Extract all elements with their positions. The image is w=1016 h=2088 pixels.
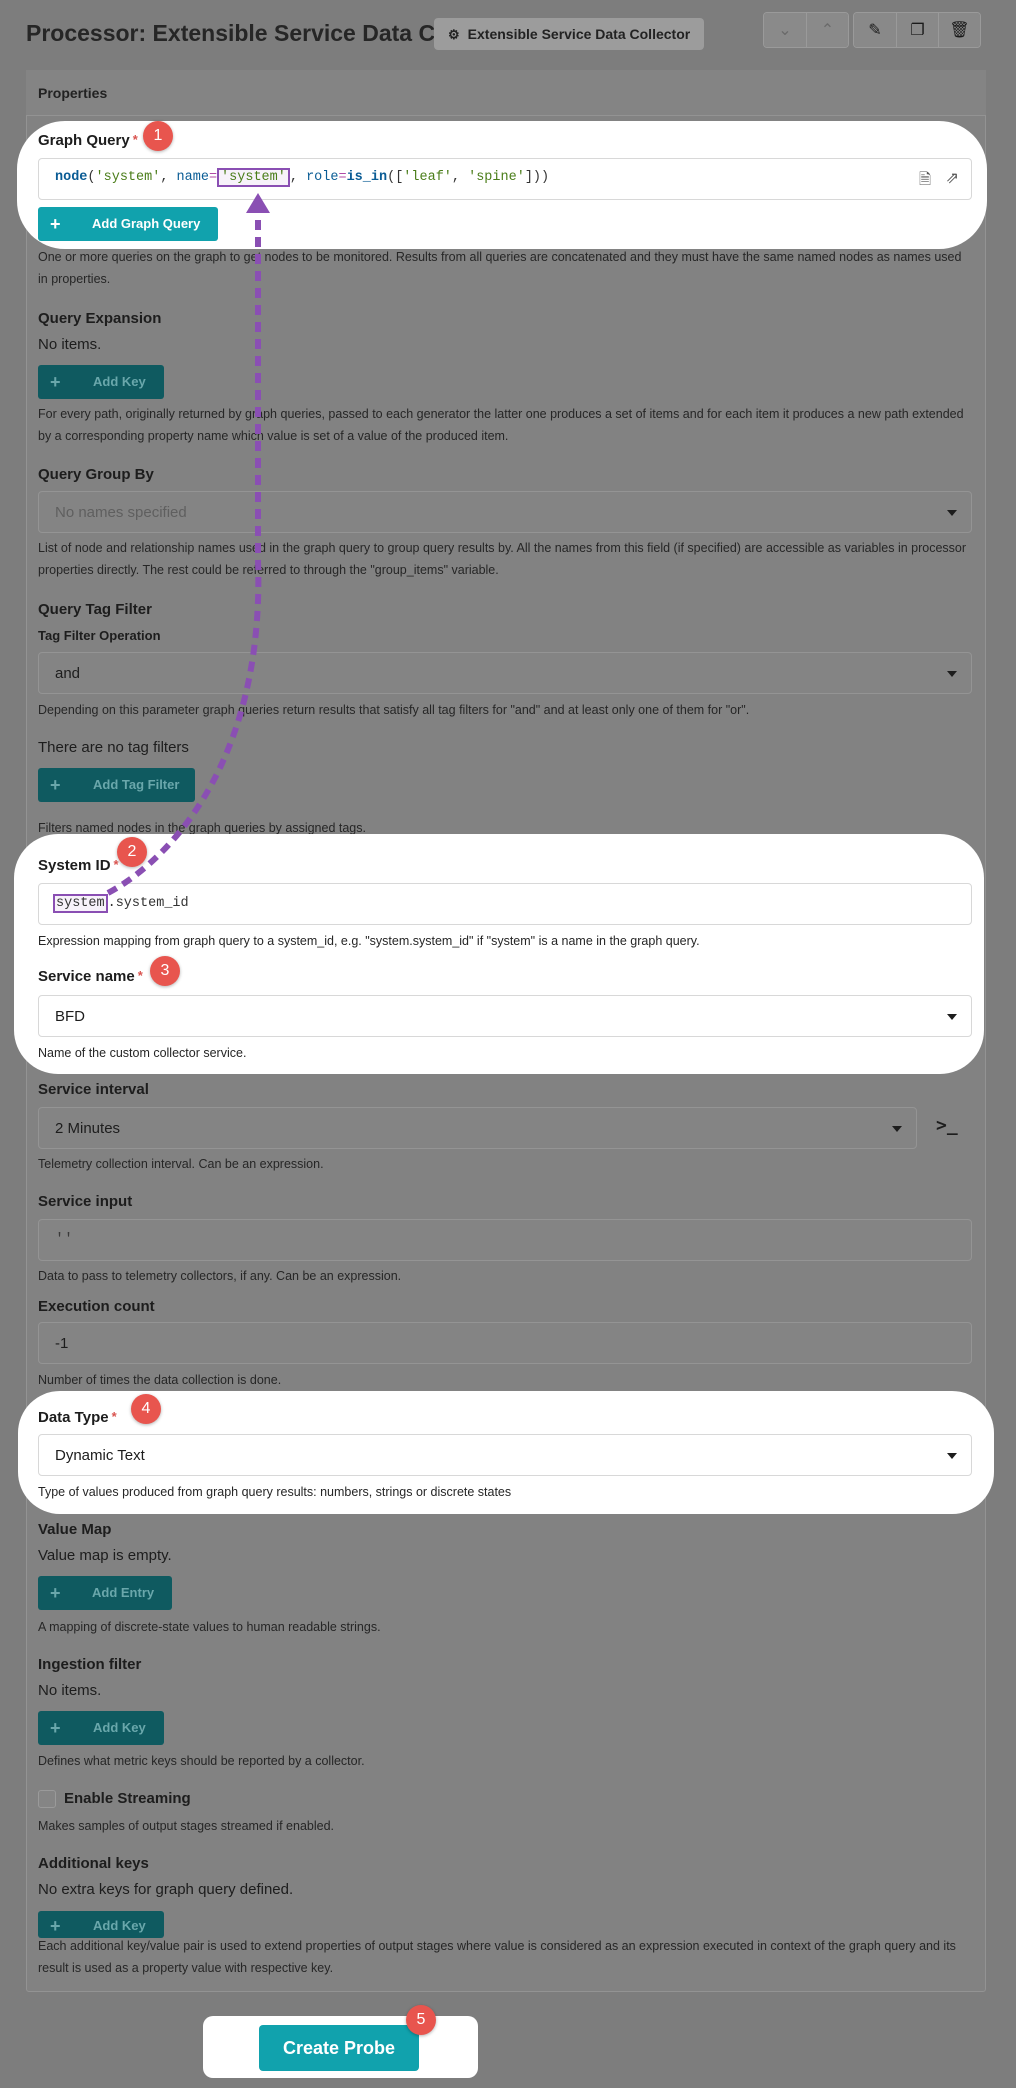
arrow-path	[106, 215, 262, 896]
annotation-arrow	[106, 193, 270, 896]
arrow-head-icon	[246, 193, 270, 213]
